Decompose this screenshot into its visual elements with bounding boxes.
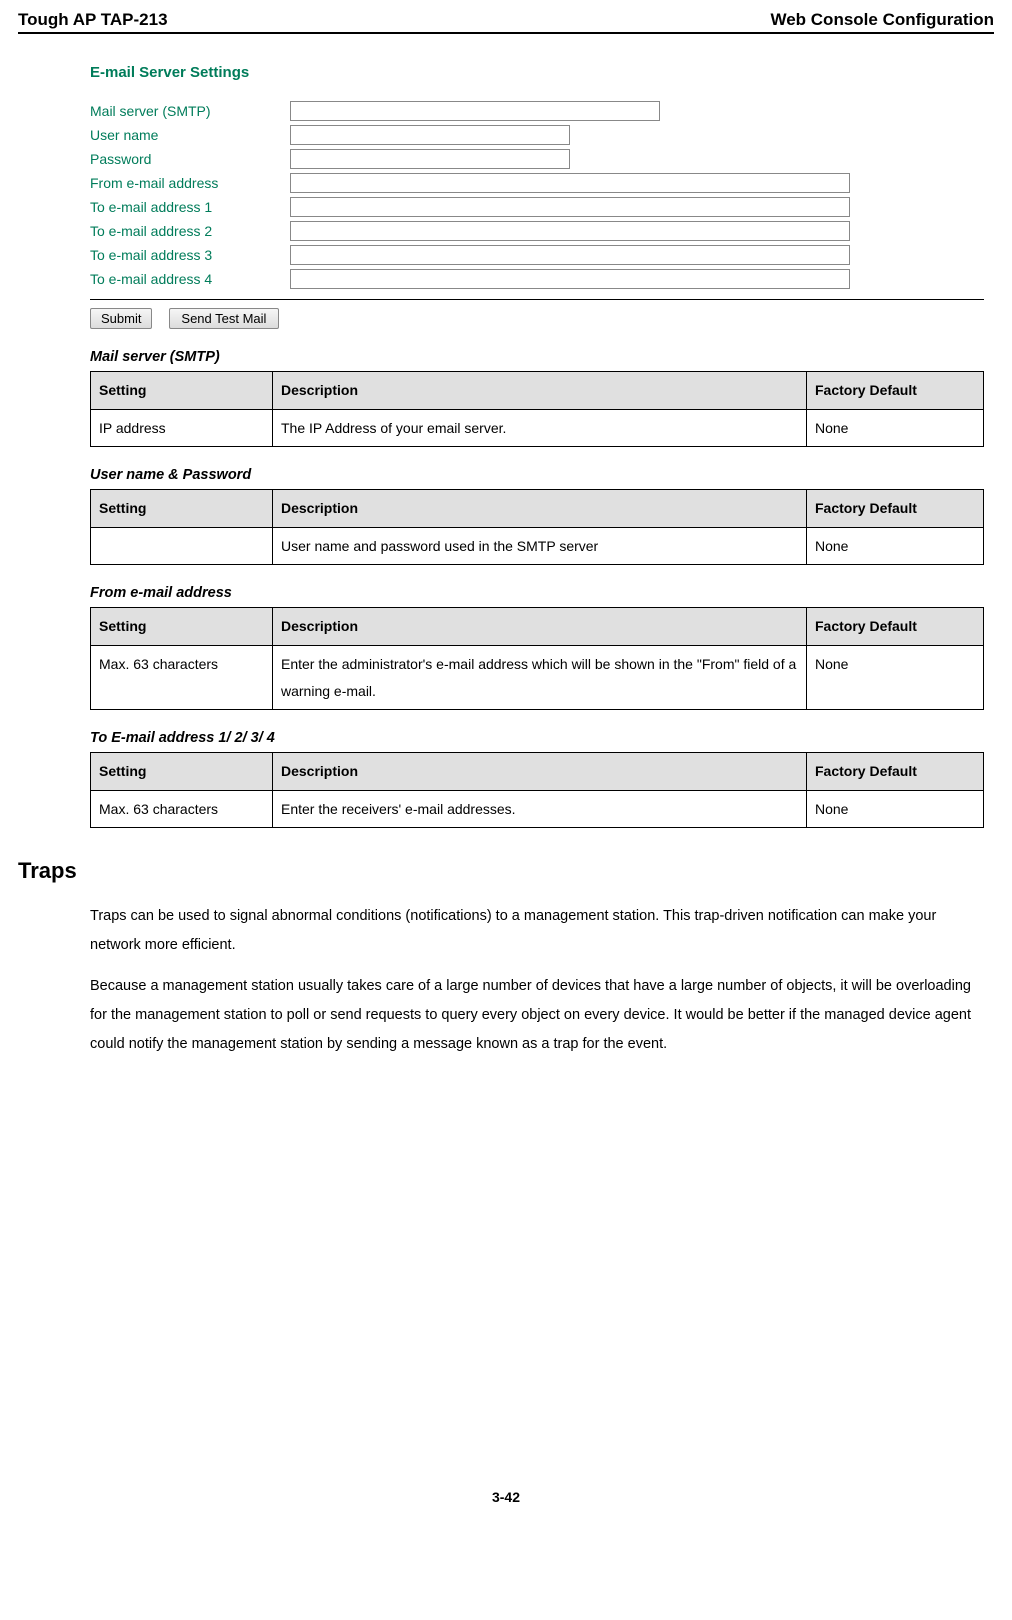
password-input[interactable] [290, 149, 570, 169]
table-3-title: From e-mail address [90, 585, 984, 601]
th-setting: Setting [91, 372, 273, 410]
cell-default: None [807, 645, 984, 709]
password-label: Password [90, 151, 290, 167]
to-email-3-input[interactable] [290, 245, 850, 265]
header-title-right: Web Console Configuration [770, 10, 994, 30]
cell-desc: The IP Address of your email server. [273, 409, 807, 447]
cell-desc: Enter the receivers' e-mail addresses. [273, 790, 807, 828]
th-default: Factory Default [807, 372, 984, 410]
table-4-title: To E-mail address 1/ 2/ 3/ 4 [90, 730, 984, 746]
cell-desc: User name and password used in the SMTP … [273, 527, 807, 565]
table-1-title: Mail server (SMTP) [90, 349, 984, 365]
th-default: Factory Default [807, 753, 984, 791]
cell-default: None [807, 790, 984, 828]
cell-setting: Max. 63 characters [91, 645, 273, 709]
email-settings-form: E-mail Server Settings Mail server (SMTP… [90, 64, 984, 300]
cell-default: None [807, 527, 984, 565]
cell-setting: IP address [91, 409, 273, 447]
page-header: Tough AP TAP-213 Web Console Configurati… [18, 10, 994, 34]
to-email-4-input[interactable] [290, 269, 850, 289]
user-name-input[interactable] [290, 125, 570, 145]
username-password-table: Setting Description Factory Default User… [90, 489, 984, 565]
th-description: Description [273, 372, 807, 410]
user-name-label: User name [90, 127, 290, 143]
from-email-table: Setting Description Factory Default Max.… [90, 607, 984, 710]
cell-desc: Enter the administrator's e-mail address… [273, 645, 807, 709]
to-email-2-label: To e-mail address 2 [90, 223, 290, 239]
th-description: Description [273, 608, 807, 646]
cell-setting [91, 527, 273, 565]
submit-button[interactable]: Submit [90, 308, 152, 329]
traps-heading: Traps [18, 858, 994, 884]
mail-server-label: Mail server (SMTP) [90, 103, 290, 119]
from-email-label: From e-mail address [90, 175, 290, 191]
th-default: Factory Default [807, 490, 984, 528]
to-email-2-input[interactable] [290, 221, 850, 241]
th-setting: Setting [91, 490, 273, 528]
traps-paragraph-1: Traps can be used to signal abnormal con… [90, 902, 984, 960]
to-email-3-label: To e-mail address 3 [90, 247, 290, 263]
traps-paragraph-2: Because a management station usually tak… [90, 972, 984, 1059]
to-email-table: Setting Description Factory Default Max.… [90, 752, 984, 828]
header-title-left: Tough AP TAP-213 [18, 10, 168, 30]
to-email-1-input[interactable] [290, 197, 850, 217]
th-default: Factory Default [807, 608, 984, 646]
page-number: 3-42 [18, 1489, 994, 1505]
cell-setting: Max. 63 characters [91, 790, 273, 828]
th-description: Description [273, 490, 807, 528]
table-row: IP address The IP Address of your email … [91, 409, 984, 447]
to-email-4-label: To e-mail address 4 [90, 271, 290, 287]
send-test-mail-button[interactable]: Send Test Mail [169, 308, 279, 329]
mail-server-input[interactable] [290, 101, 660, 121]
to-email-1-label: To e-mail address 1 [90, 199, 290, 215]
table-2-title: User name & Password [90, 467, 984, 483]
th-setting: Setting [91, 608, 273, 646]
cell-default: None [807, 409, 984, 447]
table-row: Max. 63 characters Enter the receivers' … [91, 790, 984, 828]
from-email-input[interactable] [290, 173, 850, 193]
form-title: E-mail Server Settings [90, 64, 944, 81]
mail-server-table: Setting Description Factory Default IP a… [90, 371, 984, 447]
th-description: Description [273, 753, 807, 791]
th-setting: Setting [91, 753, 273, 791]
table-row: Max. 63 characters Enter the administrat… [91, 645, 984, 709]
table-row: User name and password used in the SMTP … [91, 527, 984, 565]
